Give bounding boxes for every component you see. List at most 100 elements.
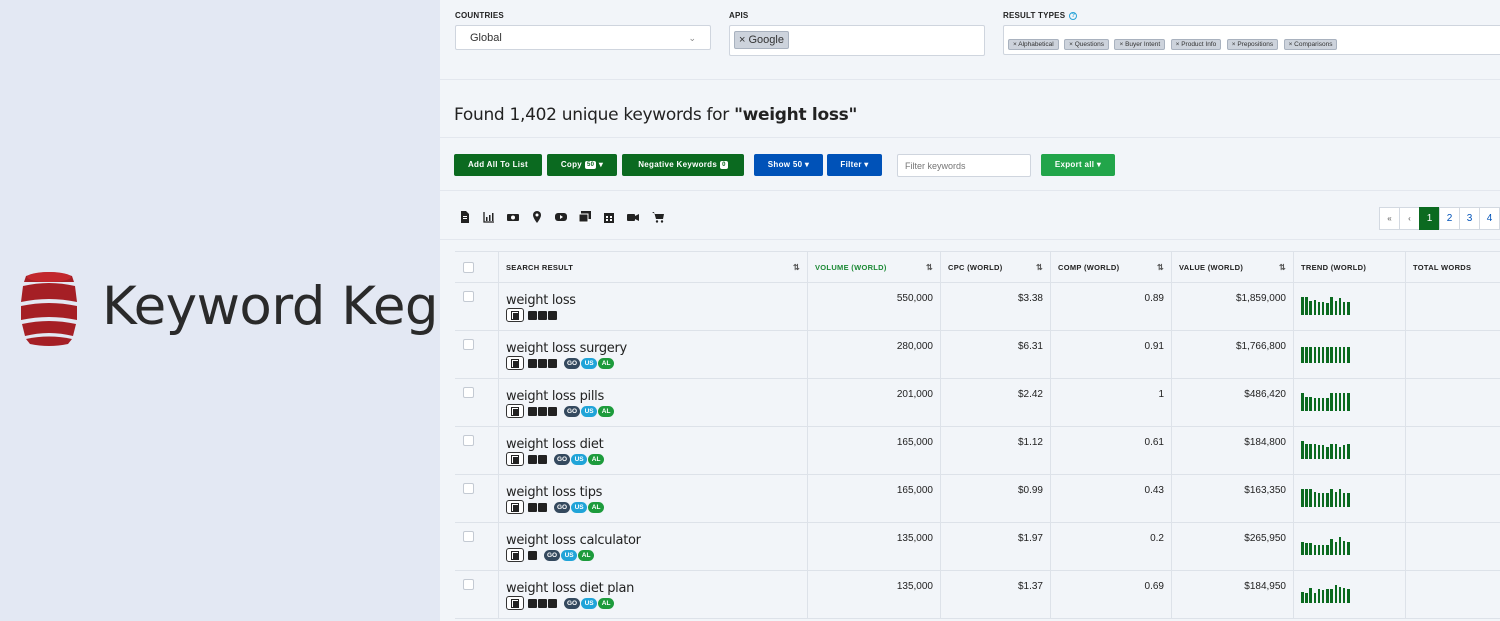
file-icon[interactable] xyxy=(459,211,471,223)
us-badge[interactable]: US xyxy=(581,357,598,369)
keyword-text[interactable]: weight loss xyxy=(506,293,576,308)
row-checkbox[interactable] xyxy=(463,291,474,302)
trend-bar xyxy=(1313,347,1317,363)
result-type-tag[interactable]: × Prepositions xyxy=(1226,39,1279,50)
chart-icon[interactable] xyxy=(483,211,495,223)
go-badge[interactable]: GO xyxy=(554,501,571,513)
keyword-text[interactable]: weight loss tips xyxy=(506,485,602,500)
row-checkbox[interactable] xyxy=(463,531,474,542)
copy-keyword-icon[interactable] xyxy=(506,596,524,610)
add-all-to-list-button[interactable]: Add All To List xyxy=(454,154,542,176)
table-row[interactable]: weight loss diet GO US AL 165,000 $1.12 0.61 $1… xyxy=(455,427,1500,475)
al-badge[interactable]: AL xyxy=(578,549,595,561)
select-all-checkbox[interactable] xyxy=(463,262,474,273)
page-2-button[interactable]: 2 xyxy=(1439,207,1460,230)
show-count-button[interactable]: Show 50 ▾ xyxy=(754,154,823,176)
apis-select[interactable]: × Google xyxy=(729,25,985,56)
table-row[interactable]: weight loss surgery GO US AL 280,000 $6.31 0.9… xyxy=(455,331,1500,379)
table-row[interactable]: weight loss calculator GO US AL 135,000 $1.97… xyxy=(455,523,1500,571)
row-checkbox[interactable] xyxy=(463,579,474,590)
page-1-button[interactable]: 1 xyxy=(1419,207,1440,230)
go-badge[interactable]: GO xyxy=(564,597,581,609)
col-search-result[interactable]: SEARCH RESULT ⇅ xyxy=(499,252,808,284)
result-type-tag[interactable]: × Product Info xyxy=(1170,39,1222,50)
images-icon[interactable] xyxy=(579,211,591,223)
trend-bar xyxy=(1313,398,1317,411)
col-trend[interactable]: TREND (WORLD) xyxy=(1294,252,1406,284)
row-checkbox[interactable] xyxy=(463,435,474,446)
go-badge[interactable]: GO xyxy=(564,357,581,369)
filter-button[interactable]: Filter ▾ xyxy=(827,154,882,176)
result-type-tag[interactable]: × Alphabetical xyxy=(1008,39,1059,50)
al-badge[interactable]: AL xyxy=(588,501,605,513)
al-badge[interactable]: AL xyxy=(598,405,615,417)
keyword-text[interactable]: weight loss diet xyxy=(506,437,604,452)
trend-bar xyxy=(1317,445,1321,459)
col-comp[interactable]: COMP (WORLD) ⇅ xyxy=(1051,252,1172,284)
al-badge[interactable]: AL xyxy=(598,357,615,369)
table-row[interactable]: weight loss 550,000 $3.38 0.89 $1,859,000 xyxy=(455,283,1500,331)
us-badge[interactable]: US xyxy=(571,501,588,513)
export-all-button[interactable]: Export all ▾ xyxy=(1041,154,1115,176)
copy-keyword-icon[interactable] xyxy=(506,308,524,322)
al-badge[interactable]: AL xyxy=(588,453,605,465)
volume-value: 280,000 xyxy=(896,341,933,352)
result-type-tag[interactable]: × Comparisons xyxy=(1283,39,1338,50)
comp-value: 0.43 xyxy=(1144,485,1164,496)
col-cpc[interactable]: CPC (WORLD) ⇅ xyxy=(941,252,1051,284)
table-row[interactable]: weight loss diet plan GO US AL 135,000 $1.37 0… xyxy=(455,571,1500,619)
copy-keyword-icon[interactable] xyxy=(506,500,524,514)
trend-sparkline xyxy=(1301,584,1351,603)
go-badge[interactable]: GO xyxy=(564,405,581,417)
keyword-text[interactable]: weight loss surgery xyxy=(506,341,627,356)
filter-keywords-input[interactable] xyxy=(897,154,1031,177)
al-badge[interactable]: AL xyxy=(598,597,615,609)
cart-icon[interactable] xyxy=(652,211,664,223)
negative-keywords-button[interactable]: Negative Keywords 0 xyxy=(622,154,744,176)
row-checkbox[interactable] xyxy=(463,387,474,398)
total-words-cell xyxy=(1406,283,1500,331)
trend-bar xyxy=(1301,347,1304,363)
us-badge[interactable]: US xyxy=(571,453,588,465)
table-row[interactable]: weight loss pills GO US AL 201,000 $2.42 1 $486… xyxy=(455,379,1500,427)
row-checkbox[interactable] xyxy=(463,339,474,350)
copy-keyword-icon[interactable] xyxy=(506,548,524,562)
serp-feature-icon xyxy=(528,550,537,560)
youtube-icon[interactable] xyxy=(555,211,567,223)
keyword-text[interactable]: weight loss pills xyxy=(506,389,604,404)
keyword-text[interactable]: weight loss calculator xyxy=(506,533,641,548)
us-badge[interactable]: US xyxy=(561,549,578,561)
row-checkbox[interactable] xyxy=(463,483,474,494)
first-page-button[interactable]: « xyxy=(1379,207,1400,230)
us-badge[interactable]: US xyxy=(581,405,598,417)
value-value: $184,950 xyxy=(1244,581,1286,592)
go-badge[interactable]: GO xyxy=(554,453,571,465)
trend-bar xyxy=(1347,589,1350,603)
trend-bar xyxy=(1305,593,1308,603)
copy-keyword-icon[interactable] xyxy=(506,452,524,466)
col-volume[interactable]: VOLUME (WORLD) ⇅ xyxy=(808,252,941,284)
prev-page-button[interactable]: ‹ xyxy=(1399,207,1420,230)
keyword-text[interactable]: weight loss diet plan xyxy=(506,581,634,596)
money-icon[interactable] xyxy=(507,211,519,223)
copy-button[interactable]: Copy 50 ▾ xyxy=(547,154,617,176)
api-tag-google[interactable]: × Google xyxy=(734,31,789,49)
table-row[interactable]: weight loss tips GO US AL 165,000 $0.99 0.43 $1… xyxy=(455,475,1500,523)
result-type-tag[interactable]: × Buyer Intent xyxy=(1114,39,1166,50)
location-icon[interactable] xyxy=(531,211,543,223)
copy-keyword-icon[interactable] xyxy=(506,404,524,418)
copy-keyword-icon[interactable] xyxy=(506,356,524,370)
countries-select[interactable]: Global ⌄ xyxy=(455,25,711,50)
col-value[interactable]: VALUE (WORLD) ⇅ xyxy=(1172,252,1294,284)
help-icon[interactable]: ? xyxy=(1069,11,1078,20)
page-4-button[interactable]: 4 xyxy=(1479,207,1500,230)
us-badge[interactable]: US xyxy=(581,597,598,609)
video-icon[interactable] xyxy=(627,211,639,223)
calendar-icon[interactable] xyxy=(603,211,615,223)
sort-icon: ⇅ xyxy=(925,263,933,272)
go-badge[interactable]: GO xyxy=(544,549,561,561)
col-total-words[interactable]: TOTAL WORDS xyxy=(1406,252,1500,284)
page-3-button[interactable]: 3 xyxy=(1459,207,1480,230)
result-type-tag[interactable]: × Questions xyxy=(1064,39,1110,50)
result-types-select[interactable]: × Alphabetical × Questions × Buyer Inten… xyxy=(1003,25,1500,55)
